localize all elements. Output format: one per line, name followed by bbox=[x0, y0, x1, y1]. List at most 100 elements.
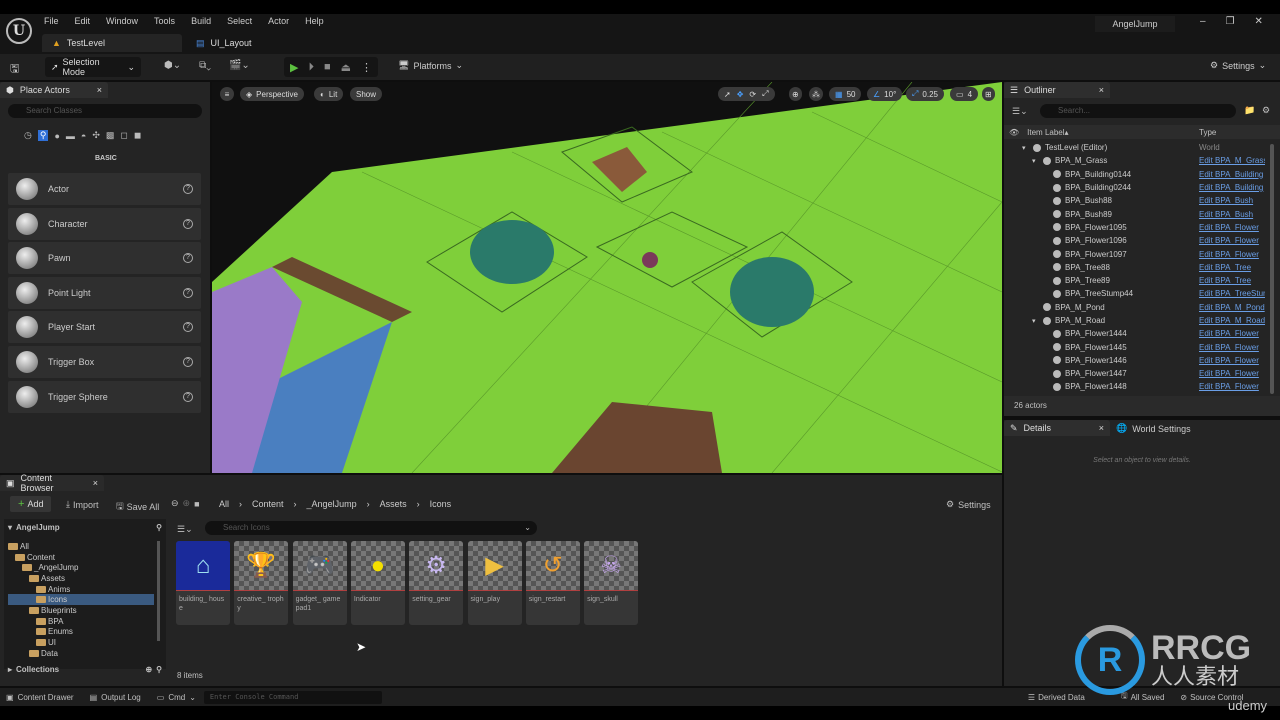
column-type[interactable]: Type bbox=[1199, 128, 1216, 137]
row-type[interactable]: Edit BPA_Building bbox=[1199, 183, 1265, 192]
viewport-scene[interactable] bbox=[212, 82, 1002, 473]
minimize-icon[interactable]: – bbox=[1200, 16, 1206, 27]
cmd-dropdown[interactable]: ▭ Cmd ⌄ bbox=[157, 693, 196, 702]
add-actor-icon[interactable]: ⬢⌄ bbox=[164, 60, 181, 71]
row-type[interactable]: Edit BPA_M_Pond bbox=[1199, 303, 1265, 312]
asset-tile[interactable]: ⌂ building_ house bbox=[176, 541, 230, 625]
row-type[interactable]: Edit BPA_Tree bbox=[1199, 276, 1265, 285]
outliner-tab[interactable]: ☰ Outliner × bbox=[1004, 82, 1110, 98]
actor-item-pawn[interactable]: Pawn? bbox=[8, 242, 201, 275]
row-type[interactable]: Edit BPA_Flower bbox=[1199, 236, 1265, 245]
move-icon[interactable]: ✥ bbox=[737, 90, 744, 99]
outliner-row[interactable]: BPA_Flower1096 Edit BPA_Flower bbox=[1004, 234, 1270, 247]
row-type[interactable]: Edit BPA_Flower bbox=[1199, 382, 1265, 391]
console-input[interactable]: Enter Console Command bbox=[203, 690, 382, 704]
menu-select[interactable]: Select bbox=[227, 16, 252, 26]
outliner-row[interactable]: BPA_Flower1448 Edit BPA_Flower bbox=[1004, 380, 1270, 393]
step-icon[interactable]: ⏵ bbox=[308, 61, 314, 74]
asset-tile[interactable]: ☠ sign_skull bbox=[584, 541, 639, 625]
chevron-down-icon[interactable]: ⌄ bbox=[524, 521, 531, 535]
visibility-icon[interactable]: 👁 bbox=[1009, 128, 1019, 137]
row-type[interactable]: Edit BPA_Flower bbox=[1199, 250, 1265, 259]
asset-tile[interactable]: ↺ sign_restart bbox=[525, 541, 580, 625]
add-button[interactable]: + Add bbox=[10, 496, 52, 512]
menu-tools[interactable]: Tools bbox=[154, 16, 175, 26]
row-type[interactable]: Edit BPA_Flower bbox=[1199, 223, 1265, 232]
expand-icon[interactable]: ▾ bbox=[1032, 317, 1039, 325]
column-item-label[interactable]: Item Label bbox=[1027, 128, 1064, 137]
viewport-menu-icon[interactable]: ≡ bbox=[220, 87, 234, 101]
place-actors-tab[interactable]: ⬢ Place Actors × bbox=[0, 82, 108, 98]
actor-item-point-light[interactable]: Point Light? bbox=[8, 276, 201, 309]
tab-testlevel[interactable]: ▲ TestLevel bbox=[42, 34, 182, 52]
outliner-row[interactable]: BPA_Flower1446 Edit BPA_Flower bbox=[1004, 354, 1270, 367]
filter-icon[interactable]: ☰⌄ bbox=[177, 524, 193, 535]
outliner-row[interactable]: BPA_Tree88 Edit BPA_Tree bbox=[1004, 261, 1270, 274]
help-icon[interactable]: ? bbox=[183, 184, 193, 194]
search-icon[interactable]: ⚲ bbox=[156, 665, 162, 674]
content-browser-tab[interactable]: ▣ Content Browser × bbox=[0, 473, 104, 493]
outliner-search-input[interactable]: Search... bbox=[1040, 104, 1236, 118]
help-icon[interactable]: ? bbox=[183, 357, 193, 367]
asset-tile[interactable]: ▶ sign_play bbox=[467, 541, 522, 625]
search-classes-input[interactable]: Search Classes bbox=[8, 104, 202, 118]
help-icon[interactable]: ? bbox=[183, 391, 193, 402]
forward-icon[interactable]: ⊕ bbox=[183, 498, 191, 509]
details-tab[interactable]: ✎ Details × bbox=[1004, 420, 1110, 436]
filter-icon[interactable]: ☰⌄ bbox=[1012, 106, 1028, 117]
actor-item-actor[interactable]: Actor? bbox=[8, 173, 201, 205]
menu-file[interactable]: File bbox=[44, 16, 59, 26]
row-type[interactable]: Edit BPA_M_Road bbox=[1199, 316, 1265, 325]
gear-icon[interactable]: ⚙ bbox=[1262, 105, 1270, 116]
output-log-button[interactable]: ▤ Output Log bbox=[90, 693, 141, 702]
asset-tile[interactable]: 🏆 creative_ trophy bbox=[234, 541, 289, 625]
cinematics-icon[interactable]: 🎬⌄ bbox=[229, 60, 250, 71]
platforms-button[interactable]: 🖥 Platforms ⌄ bbox=[398, 60, 463, 71]
collections-header[interactable]: ▸ Collections ⊕ ⚲ bbox=[8, 665, 162, 674]
outliner-row[interactable]: BPA_M_Pond Edit BPA_M_Pond bbox=[1004, 301, 1270, 314]
geometry-icon[interactable]: ✣ bbox=[92, 130, 100, 141]
basic-icon[interactable]: ⚲ bbox=[37, 130, 49, 141]
row-type[interactable]: Edit BPA_Flower bbox=[1199, 369, 1265, 378]
outliner-row[interactable]: ▾ TestLevel (Editor) World bbox=[1004, 141, 1270, 154]
row-type[interactable]: Edit BPA_M_Grass bbox=[1199, 156, 1265, 165]
scale-icon[interactable]: ⤢ bbox=[762, 89, 768, 99]
close-icon[interactable]: ✕ bbox=[1255, 16, 1263, 27]
menu-actor[interactable]: Actor bbox=[268, 16, 289, 26]
breadcrumb-item[interactable]: _AngelJump bbox=[307, 499, 357, 509]
breadcrumb-item[interactable]: Assets bbox=[380, 499, 407, 509]
menu-help[interactable]: Help bbox=[305, 16, 324, 26]
outliner-row[interactable]: BPA_Bush88 Edit BPA_Bush bbox=[1004, 194, 1270, 207]
world-local-icon[interactable]: ⊕ bbox=[789, 87, 802, 101]
save-icon[interactable]: 🖫 bbox=[10, 60, 19, 79]
volumes-icon[interactable]: ▩ bbox=[106, 130, 115, 141]
save-all-button[interactable]: 🖫 Save All bbox=[116, 499, 159, 515]
breadcrumb-item[interactable]: Icons bbox=[430, 499, 452, 509]
grid-snap-toggle[interactable]: ▦ 50 bbox=[829, 87, 862, 101]
folder-tree-item[interactable]: Anims bbox=[8, 584, 154, 595]
row-type[interactable]: Edit BPA_Bush bbox=[1199, 210, 1265, 219]
row-type[interactable]: Edit BPA_Bush bbox=[1199, 196, 1265, 205]
all-classes-icon[interactable]: ◻ bbox=[120, 130, 127, 141]
actor-item-trigger-box[interactable]: Trigger Box? bbox=[8, 346, 201, 378]
tab-ui-layout[interactable]: ▤ UI_Layout bbox=[186, 34, 262, 52]
eject-icon[interactable]: ⏏ bbox=[341, 61, 351, 74]
show-button[interactable]: Show bbox=[350, 87, 383, 101]
asset-tile[interactable]: ⚙ setting_gear bbox=[409, 541, 464, 625]
tree-scrollbar[interactable] bbox=[157, 541, 160, 641]
level-viewport[interactable]: ≡ ◈ Perspective ◐ Lit Show ➚ ✥ ⟳ ⤢ ⊕ ⁂ ▦ 50 ∠ 1… bbox=[212, 82, 1002, 473]
actor-item-character[interactable]: Character? bbox=[8, 207, 201, 240]
cb-settings-button[interactable]: ⚙ Settings bbox=[946, 499, 991, 510]
visual-effects-icon[interactable]: ◓ bbox=[81, 131, 86, 141]
back-icon[interactable]: ⊖ bbox=[171, 498, 179, 509]
asset-tile[interactable]: 🎮 gadget_ gamepad1 bbox=[292, 541, 347, 625]
row-type[interactable]: Edit BPA_Tree bbox=[1199, 263, 1265, 272]
asset-tile[interactable]: ● Indicator bbox=[350, 541, 405, 625]
unreal-logo-icon[interactable]: U bbox=[6, 18, 32, 44]
help-icon[interactable]: ? bbox=[183, 287, 193, 298]
row-type[interactable]: Edit BPA_Flower bbox=[1199, 343, 1265, 352]
search-icons-input[interactable]: Search Icons ⌄ bbox=[205, 521, 537, 535]
folder-tree-item[interactable]: All bbox=[8, 541, 154, 552]
outliner-row[interactable]: ▾ BPA_M_Grass Edit BPA_M_Grass bbox=[1004, 154, 1270, 167]
perspective-button[interactable]: ◈ Perspective bbox=[240, 87, 304, 101]
